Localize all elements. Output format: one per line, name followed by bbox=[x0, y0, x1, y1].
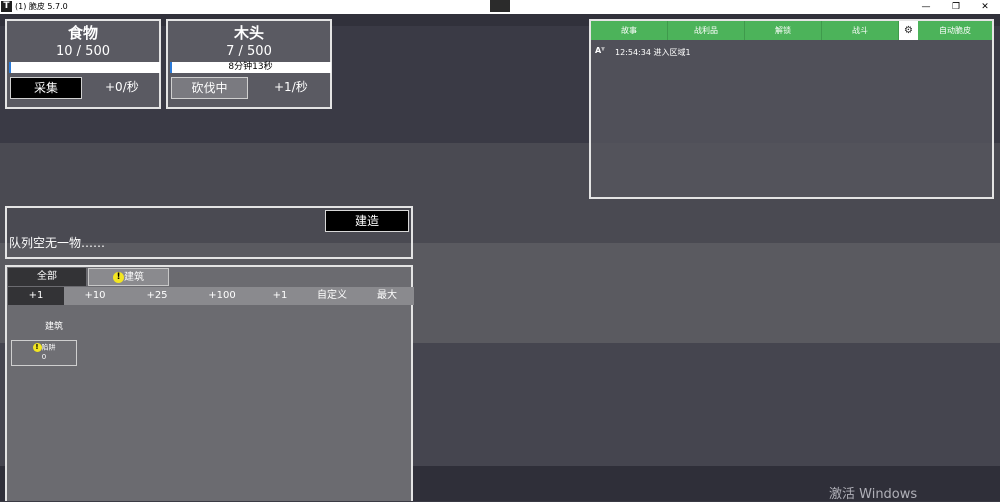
tab-buildings[interactable]: ! 建筑 bbox=[88, 268, 169, 286]
tab-label: 建筑 bbox=[124, 272, 144, 283]
close-button[interactable]: ✕ bbox=[971, 0, 999, 14]
resource-rate: +1/秒 bbox=[274, 80, 308, 94]
tab-story[interactable]: 故事 bbox=[591, 21, 668, 40]
progress-fill bbox=[9, 62, 11, 73]
qty-custom[interactable]: 自定义 bbox=[304, 287, 360, 305]
windows-watermark: 激活 Windows bbox=[829, 487, 918, 502]
tab-all[interactable]: 全部 bbox=[8, 268, 86, 286]
resource-progress-bar bbox=[9, 62, 160, 73]
resource-rate: +0/秒 bbox=[105, 80, 139, 94]
progress-text: 8分钟13秒 bbox=[228, 62, 273, 72]
story-panel: 故事 战利品 解锁 战斗 ⚙ 自动脆皮 Aᵀ 12:54:34 进入区域1 bbox=[589, 19, 994, 199]
tab-loot[interactable]: 战利品 bbox=[668, 21, 745, 40]
quantity-selector: +1 +10 +25 +100 +1 自定义 最大 bbox=[8, 287, 414, 305]
chevron-down-icon[interactable]: chevron-down-icon bbox=[490, 0, 510, 12]
minimize-button[interactable]: — bbox=[912, 0, 940, 14]
qty-plus-25[interactable]: +25 bbox=[126, 287, 188, 305]
item-count: 0 bbox=[41, 352, 47, 361]
section-title: 建筑 bbox=[45, 322, 64, 332]
resource-name: 木头 bbox=[233, 24, 264, 42]
tab-battle[interactable]: 战斗 bbox=[822, 21, 899, 40]
window-titlebar: T (1) 脆皮 5.7.0 chevron-down-icon — ❐ ✕ bbox=[0, 0, 1000, 14]
item-name: 陷阱 bbox=[41, 343, 56, 352]
font-size-icon[interactable]: Aᵀ bbox=[595, 46, 605, 55]
qty-plus-10[interactable]: +10 bbox=[64, 287, 126, 305]
app-icon: T bbox=[1, 1, 12, 12]
build-item-trap[interactable]: ! 陷阱 0 bbox=[11, 340, 77, 366]
resource-name: 食物 bbox=[67, 24, 98, 42]
qty-plus-1[interactable]: +1 bbox=[8, 287, 64, 305]
gather-button[interactable]: 采集 bbox=[10, 77, 82, 99]
qty-plus-100[interactable]: +100 bbox=[188, 287, 256, 305]
auto-play-button[interactable]: 自动脆皮 bbox=[918, 21, 992, 40]
warning-icon: ! bbox=[32, 343, 42, 352]
qty-plus-1-alt[interactable]: +1 bbox=[256, 287, 304, 305]
item-header: ! 陷阱 bbox=[12, 343, 76, 353]
maximize-button[interactable]: ❐ bbox=[942, 0, 970, 14]
queue-empty-text: 队列空无一物…… bbox=[9, 236, 106, 250]
build-button[interactable]: 建造 bbox=[325, 210, 409, 232]
window-title: (1) 脆皮 5.7.0 bbox=[15, 2, 68, 11]
resource-panel-wood: 木头 7 / 500 8分钟13秒 砍伐中 +1/秒 bbox=[166, 19, 332, 109]
story-log-bg bbox=[591, 40, 992, 197]
build-queue-panel: 建造 队列空无一物…… bbox=[5, 206, 413, 259]
story-tab-bar: 故事 战利品 解锁 战斗 ⚙ 自动脆皮 bbox=[591, 21, 992, 40]
chop-button[interactable]: 砍伐中 bbox=[171, 77, 248, 99]
resource-panel-food: 食物 10 / 500 采集 +0/秒 bbox=[5, 19, 161, 109]
log-entry: 12:54:34 进入区域1 bbox=[615, 48, 691, 57]
resource-progress-bar: 8分钟13秒 bbox=[170, 62, 331, 73]
resource-count: 10 / 500 bbox=[56, 44, 110, 59]
resource-count: 7 / 500 bbox=[226, 44, 272, 59]
warning-icon: ! bbox=[113, 271, 124, 283]
gear-icon[interactable]: ⚙ bbox=[899, 21, 918, 40]
qty-max[interactable]: 最大 bbox=[360, 287, 414, 305]
build-list-panel: 全部 ! 建筑 +1 +10 +25 +100 +1 自定义 最大 建筑 ! 陷阱 … bbox=[5, 265, 414, 501]
tab-unlock[interactable]: 解锁 bbox=[745, 21, 822, 40]
